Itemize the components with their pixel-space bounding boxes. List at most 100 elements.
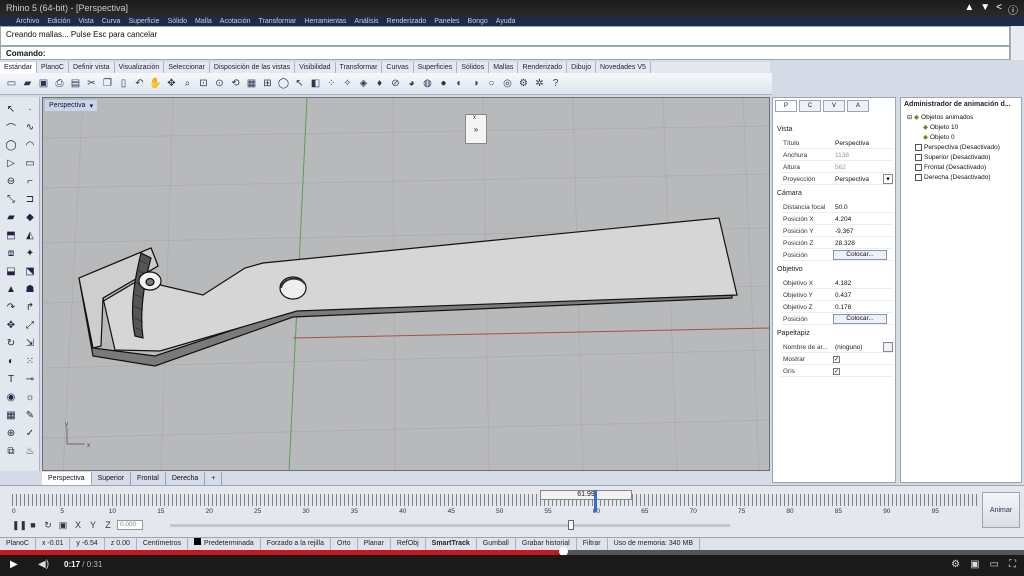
share-icon[interactable]: < <box>996 2 1002 17</box>
dislike-icon[interactable]: ▼ <box>980 2 990 17</box>
undo-icon[interactable]: ↶ <box>132 75 147 92</box>
objy-value[interactable]: 0.437 <box>833 290 893 300</box>
select-icon[interactable]: ↖ <box>292 75 307 92</box>
perspective-viewport[interactable]: y x Perspectiva ▾ x » <box>42 97 770 471</box>
frame-input[interactable]: 0.000 <box>117 520 143 530</box>
tree-objeto-0[interactable]: ◆ Objeto 0 <box>923 133 955 142</box>
menu-item[interactable]: Sólido <box>168 17 187 26</box>
color-wheel-icon[interactable]: ◕ <box>404 75 419 92</box>
tab-mallas[interactable]: Mallas <box>489 62 519 73</box>
triangle-icon[interactable]: ▷ <box>2 155 20 172</box>
tab-curvas[interactable]: Curvas <box>382 62 414 73</box>
tab-perspectiva[interactable]: Perspectiva <box>42 472 92 485</box>
tree-frontal[interactable]: Frontal (Desactivado) <box>915 164 986 171</box>
viewport-title[interactable]: Perspectiva ▾ <box>45 100 98 111</box>
timeline-playhead[interactable] <box>594 490 597 512</box>
stop-icon[interactable]: ■ <box>27 519 39 531</box>
status-layer[interactable]: Predeterminada <box>188 538 261 550</box>
xray-icon[interactable]: ◎ <box>500 75 515 92</box>
tab-seleccionar[interactable]: Seleccionar <box>164 62 210 73</box>
viewport-layout-icon[interactable]: ⊞ <box>260 75 275 92</box>
tab-visibilidad[interactable]: Visibilidad <box>295 62 336 73</box>
menu-item[interactable]: Malla <box>195 17 212 26</box>
extrude-icon[interactable]: ⬒ <box>2 227 20 244</box>
fillet-icon[interactable]: ⌐ <box>21 173 39 190</box>
tab-disposicion[interactable]: Disposición de las vistas <box>210 62 296 73</box>
menu-item[interactable]: Superficie <box>128 17 159 26</box>
ghosted-icon[interactable]: ○ <box>484 75 499 92</box>
play-icon[interactable]: ▶ <box>10 559 18 570</box>
browse-button[interactable] <box>883 342 893 352</box>
tab-anim[interactable]: A <box>847 100 869 112</box>
menu-item[interactable]: Herramientas <box>304 17 346 26</box>
distancia-value[interactable]: 50.0 <box>833 202 893 212</box>
close-icon[interactable]: x <box>473 115 476 121</box>
objx-value[interactable]: 4.182 <box>833 278 893 288</box>
import-icon[interactable]: ▤ <box>68 75 83 92</box>
light-icon[interactable]: ♦ <box>372 75 387 92</box>
dropdown-arrow-icon[interactable]: ▾ <box>883 174 893 184</box>
loft-icon[interactable]: ◭ <box>21 227 39 244</box>
posz-value[interactable]: 28.328 <box>833 238 893 248</box>
nombre-value[interactable]: (ninguno) <box>833 342 883 352</box>
zoom-window-icon[interactable]: ⊡ <box>196 75 211 92</box>
text-icon[interactable]: T <box>2 371 20 388</box>
status-smarttrack[interactable]: SmartTrack <box>426 538 477 550</box>
titulo-value[interactable]: Perspectiva <box>833 138 893 148</box>
shaded-icon[interactable]: ◐ <box>452 75 467 92</box>
dropdown-arrow-icon[interactable]: ▾ <box>90 102 94 110</box>
command-scrollbar[interactable] <box>1010 26 1024 60</box>
rotate-tool-icon[interactable]: ↻ <box>2 335 20 352</box>
extend-icon[interactable]: ⤡ <box>2 191 20 208</box>
status-refobj[interactable]: RefObj <box>391 538 426 550</box>
timeline-ruler[interactable] <box>12 494 980 506</box>
move-icon[interactable]: ✥ <box>164 75 179 92</box>
status-snap-grid[interactable]: Forzado a la rejilla <box>261 538 331 550</box>
settings-gear-icon[interactable]: ⚙ <box>951 559 960 570</box>
tab-superficies[interactable]: Superficies <box>414 62 458 73</box>
loop-icon[interactable]: ↻ <box>42 519 54 531</box>
posx-value[interactable]: 4.204 <box>833 214 893 224</box>
material-icon[interactable]: ● <box>436 75 451 92</box>
status-gumball[interactable]: Gumball <box>477 538 516 550</box>
tab-properties[interactable]: P <box>775 100 797 112</box>
youtube-logo-icon[interactable]: ▣ <box>970 559 979 570</box>
paste-icon[interactable]: ▯ <box>116 75 131 92</box>
tab-frontal[interactable]: Frontal <box>131 472 166 485</box>
point-icon[interactable]: · <box>21 101 39 118</box>
layer-icon[interactable]: ◈ <box>356 75 371 92</box>
proyeccion-select[interactable]: Perspectiva <box>833 174 883 184</box>
tab-novedades[interactable]: Novedades V5 <box>596 62 651 73</box>
layer-tool-icon[interactable]: ⧉ <box>2 443 20 460</box>
ellipse-icon[interactable]: ⊖ <box>2 173 20 190</box>
tab-layers[interactable]: C <box>799 100 821 112</box>
array-icon[interactable]: ⁙ <box>21 353 39 370</box>
axis-x-toggle[interactable]: X <box>72 519 84 531</box>
pen-icon[interactable]: ✎ <box>21 407 39 424</box>
status-planar[interactable]: Planar <box>358 538 391 550</box>
tree-perspectiva[interactable]: Perspectiva (Desactivado) <box>915 144 1000 151</box>
floating-toolbar[interactable]: x » <box>465 114 487 144</box>
info-icon[interactable]: ⓘ <box>1008 2 1018 17</box>
add-viewport-button[interactable]: + <box>205 472 223 485</box>
snap-icon[interactable]: ✧ <box>340 75 355 92</box>
settings-icon[interactable]: ✲ <box>532 75 547 92</box>
menu-item[interactable]: Archivo <box>16 17 39 26</box>
menu-item[interactable]: Paneles <box>434 17 459 26</box>
tab-transformar[interactable]: Transformar <box>336 62 383 73</box>
menu-item[interactable]: Edición <box>47 17 70 26</box>
mostrar-checkbox[interactable]: ✓ <box>833 356 840 363</box>
volume-icon[interactable]: ◀) <box>38 559 49 570</box>
view-checkbox[interactable] <box>915 144 922 151</box>
tab-visualizacion[interactable]: Visualización <box>115 62 165 73</box>
tree-superior[interactable]: Superior (Desactivado) <box>915 154 990 161</box>
polyline-icon[interactable]: ⌒ <box>2 119 20 136</box>
offset-icon[interactable]: ⊐ <box>21 191 39 208</box>
circle-icon[interactable]: ◯ <box>2 137 20 154</box>
pause-icon[interactable]: ❚❚ <box>12 519 27 531</box>
tab-definir-vista[interactable]: Definir vista <box>69 62 115 73</box>
arc-icon[interactable]: ◠ <box>21 137 39 154</box>
view-checkbox[interactable] <box>915 164 922 171</box>
box-icon[interactable]: ◆ <box>21 209 39 226</box>
menu-item[interactable]: Bongo <box>468 17 488 26</box>
